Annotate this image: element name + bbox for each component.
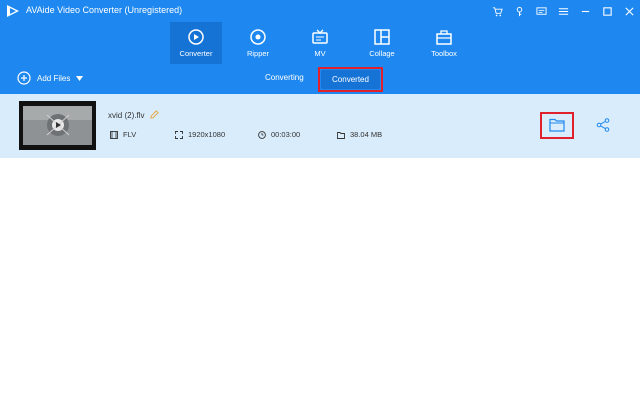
menu-button[interactable] [552,0,574,22]
minimize-button[interactable] [574,0,596,22]
resolution-icon [175,130,183,139]
file-size: 38.04 MB [337,130,382,139]
maximize-icon [602,6,612,16]
collage-icon [374,29,390,45]
app-logo-icon [7,5,19,17]
file-duration: 00:03:00 [258,130,300,139]
mv-icon [312,29,328,44]
cart-button[interactable] [486,0,508,22]
chevron-down-icon[interactable] [76,75,84,81]
tab-toolbox[interactable]: Toolbox [418,22,470,64]
tab-converter[interactable]: Converter [170,22,222,64]
file-name: xvid (2).flv [108,111,145,120]
file-resolution: 1920x1080 [175,130,225,139]
minimize-icon [581,10,589,12]
tab-label: Collage [369,49,395,58]
video-thumbnail[interactable] [19,101,96,150]
feedback-button[interactable] [530,0,552,22]
menu-icon [558,7,568,15]
tab-label: Converter [179,49,213,58]
add-files-label: Add Files [37,73,71,83]
tab-label: Ripper [246,49,270,58]
tab-converted[interactable]: Converted [321,70,380,89]
close-button[interactable] [618,0,640,22]
tab-label: MV [314,49,326,58]
tab-collage[interactable]: Collage [356,22,408,64]
cart-icon [492,6,503,16]
maximize-button[interactable] [596,0,618,22]
user-button[interactable] [508,0,530,22]
file-duration-value: 00:03:00 [271,130,301,139]
tab-converting[interactable]: Converting [265,73,304,82]
main-toolbar: Converter Ripper MV Collage Toolbox [0,22,640,64]
share-icon[interactable] [596,118,610,132]
tab-ripper[interactable]: Ripper [232,22,284,64]
file-format-value: FLV [123,130,137,139]
converter-icon [188,29,204,45]
ripper-icon [250,29,266,45]
key-icon [516,6,522,16]
file-size-value: 38.04 MB [350,130,383,139]
feedback-icon [535,6,547,15]
clock-icon [258,130,266,139]
open-folder-icon[interactable] [549,118,565,132]
thumbnail-image [19,101,96,150]
title-bar: AVAide Video Converter (Unregistered) [0,0,640,22]
edit-icon[interactable] [150,110,159,119]
tab-mv[interactable]: MV [294,22,346,64]
file-resolution-value: 1920x1080 [188,130,226,139]
tab-label: Toolbox [431,49,457,58]
add-files-button[interactable]: Add Files [17,71,84,85]
folder-small-icon [337,131,345,139]
toolbox-icon [436,30,452,45]
window-controls [486,0,640,22]
film-icon [110,130,118,139]
window-title: AVAide Video Converter (Unregistered) [26,5,183,15]
close-icon [624,6,634,16]
add-icon [17,71,31,85]
file-format: FLV [110,130,136,139]
